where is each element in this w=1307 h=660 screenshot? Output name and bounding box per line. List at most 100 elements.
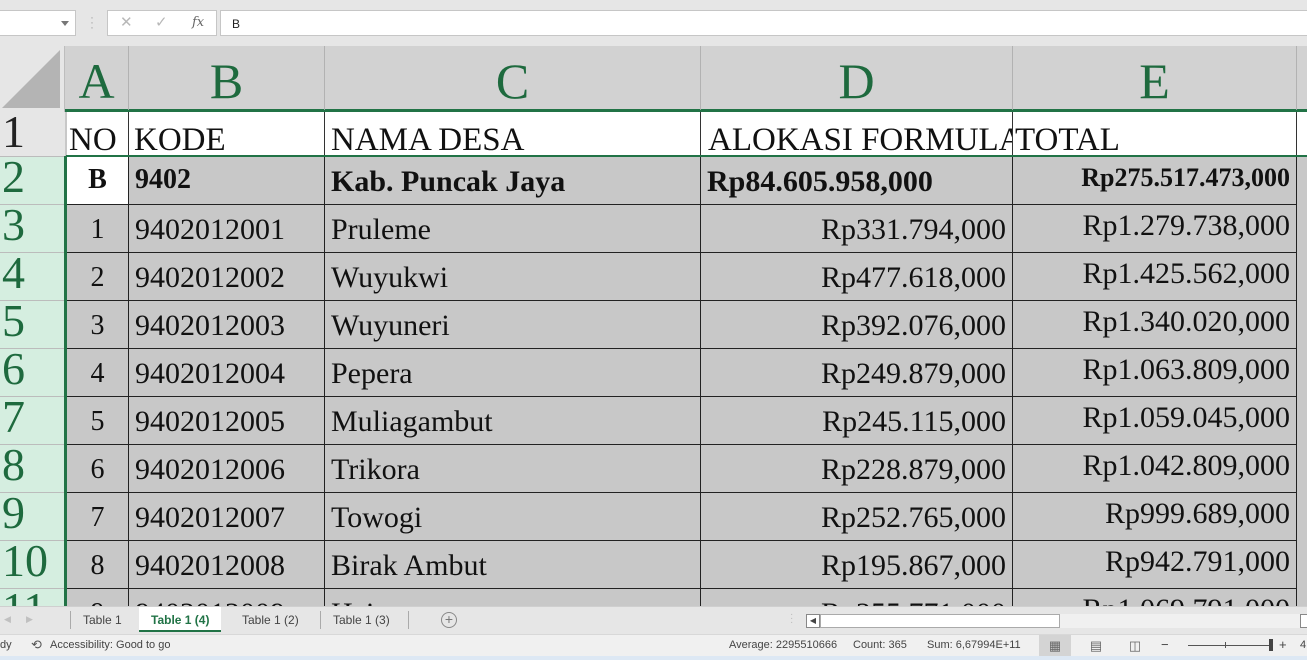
row-header-10[interactable]: 10 xyxy=(0,541,65,589)
cell-nama-desa[interactable]: Wuyukwi xyxy=(325,253,701,301)
cell-no[interactable]: 7 xyxy=(67,493,129,541)
column-header-e[interactable]: E xyxy=(1013,46,1297,112)
cell-total[interactable]: Rp942.791,000 xyxy=(1013,541,1297,589)
status-average[interactable]: Average: 2295510666 xyxy=(729,639,837,651)
add-sheet-icon[interactable]: + xyxy=(441,612,457,628)
cell-alokasi[interactable]: Rp331.794,000 xyxy=(701,205,1013,253)
cell-nama-desa[interactable]: Trikora xyxy=(325,445,701,493)
page-break-view-icon[interactable]: ◫ xyxy=(1119,635,1151,656)
check-icon[interactable]: ✓ xyxy=(155,13,168,31)
splitter-handle-icon[interactable]: · · · xyxy=(790,610,793,628)
summary-cell-nama-desa[interactable]: Kab. Puncak Jaya xyxy=(325,157,701,205)
row-header-4[interactable]: 4 xyxy=(0,253,65,301)
column-header-d[interactable]: D xyxy=(701,46,1013,112)
normal-view-icon[interactable]: ▦ xyxy=(1039,635,1071,656)
cell-total[interactable]: Rp1.279.738,000 xyxy=(1013,205,1297,253)
row-header-1[interactable]: 1 xyxy=(0,112,65,157)
scroll-left-icon[interactable]: ◀ xyxy=(806,614,820,628)
scroll-tabs-right-icon[interactable]: ▶ xyxy=(26,614,33,625)
cell-kode[interactable]: 9402012004 xyxy=(129,349,325,397)
cell-kode[interactable]: 9402012009 xyxy=(129,589,325,606)
row-header-5[interactable]: 5 xyxy=(0,301,65,349)
accessibility-icon[interactable]: ⟲ xyxy=(31,637,42,653)
header-cell-alokasi[interactable]: ALOKASI FORMULASI xyxy=(701,112,1013,157)
page-layout-view-icon[interactable]: ▤ xyxy=(1080,635,1112,656)
cell-kode[interactable]: 9402012002 xyxy=(129,253,325,301)
column-header-b[interactable]: B xyxy=(129,46,325,112)
zoom-level[interactable]: 4 xyxy=(1300,639,1306,651)
cell-total[interactable]: Rp999.689,000 xyxy=(1013,493,1297,541)
drag-handle-icon[interactable]: · · · xyxy=(90,11,94,33)
cell-total[interactable]: Rp1.042.809,000 xyxy=(1013,445,1297,493)
sheet-tab-table-1[interactable]: Table 1 xyxy=(70,611,134,629)
zoom-out-button[interactable]: − xyxy=(1161,637,1169,652)
scroll-right-icon[interactable] xyxy=(1300,614,1307,628)
cell-alokasi[interactable]: Rp477.618,000 xyxy=(701,253,1013,301)
cell-total[interactable]: Rp1.340.020,000 xyxy=(1013,301,1297,349)
summary-cell-total[interactable]: Rp275.517.473,000 xyxy=(1013,157,1297,205)
cell-kode[interactable]: 9402012005 xyxy=(129,397,325,445)
zoom-in-button[interactable]: + xyxy=(1279,637,1287,652)
cell-kode[interactable]: 9402012007 xyxy=(129,493,325,541)
cell-alokasi[interactable]: Rp255.771,000 xyxy=(701,589,1013,606)
status-count[interactable]: Count: 365 xyxy=(853,639,907,651)
row-header-6[interactable]: 6 xyxy=(0,349,65,397)
horizontal-scrollbar[interactable]: ◀ xyxy=(806,614,1307,628)
zoom-slider-handle[interactable] xyxy=(1269,639,1273,651)
cell-kode[interactable]: 9402012003 xyxy=(129,301,325,349)
cell-alokasi[interactable]: Rp228.879,000 xyxy=(701,445,1013,493)
scroll-tabs-left-icon[interactable]: ◀ xyxy=(4,614,11,625)
header-cell-nama-desa[interactable]: NAMA DESA xyxy=(325,112,701,158)
cell-nama-desa[interactable]: Towogi xyxy=(325,493,701,541)
cell-no[interactable]: 1 xyxy=(67,205,129,253)
header-cell-kode[interactable]: KODE xyxy=(129,112,325,158)
column-header-a[interactable]: A xyxy=(65,46,129,112)
sheet-tab-table-1-2[interactable]: Table 1 (2) xyxy=(230,611,311,629)
cell-no[interactable]: 5 xyxy=(67,397,129,445)
cell-no[interactable]: 3 xyxy=(67,301,129,349)
status-sum[interactable]: Sum: 6,67994E+11 xyxy=(927,639,1021,651)
cell-kode[interactable]: 9402012001 xyxy=(129,205,325,253)
column-header-f[interactable] xyxy=(1297,46,1307,112)
column-header-c[interactable]: C xyxy=(325,46,701,112)
cell-nama-desa[interactable]: Hai xyxy=(325,589,701,606)
cell-nama-desa[interactable]: Birak Ambut xyxy=(325,541,701,589)
name-box[interactable] xyxy=(0,10,76,36)
cell-no[interactable]: 4 xyxy=(67,349,129,397)
select-all-button[interactable] xyxy=(0,46,65,112)
cell-no[interactable]: 6 xyxy=(67,445,129,493)
sheet-tab-table-1-4[interactable]: Table 1 (4) xyxy=(139,607,222,632)
row-header-8[interactable]: 8 xyxy=(0,445,65,493)
cell-alokasi[interactable]: Rp252.765,000 xyxy=(701,493,1013,541)
row-header-7[interactable]: 7 xyxy=(0,397,65,445)
summary-cell-alokasi[interactable]: Rp84.605.958,000 xyxy=(701,157,1013,205)
zoom-slider-track[interactable] xyxy=(1188,645,1272,646)
cancel-icon[interactable]: ✕ xyxy=(120,13,133,31)
row-header-9[interactable]: 9 xyxy=(0,493,65,541)
row-header-3[interactable]: 3 xyxy=(0,205,65,253)
cell-alokasi[interactable]: Rp195.867,000 xyxy=(701,541,1013,589)
cell-total[interactable]: Rp1.059.045,000 xyxy=(1013,397,1297,445)
cell-no[interactable]: 8 xyxy=(67,541,129,589)
chevron-down-icon[interactable] xyxy=(61,21,69,26)
cell-kode[interactable]: 9402012008 xyxy=(129,541,325,589)
cell-kode[interactable]: 9402012006 xyxy=(129,445,325,493)
formula-input[interactable]: B xyxy=(220,10,1307,36)
accessibility-status[interactable]: Accessibility: Good to go xyxy=(50,639,170,651)
cell-total[interactable]: Rp1.063.809,000 xyxy=(1013,349,1297,397)
insert-function-icon[interactable]: fx xyxy=(192,15,204,30)
scrollbar-thumb[interactable] xyxy=(820,614,1060,628)
header-cell-no[interactable]: NO xyxy=(67,112,129,158)
cell-no[interactable]: 2 xyxy=(67,253,129,301)
cell-nama-desa[interactable]: Muliagambut xyxy=(325,397,701,445)
cell-alokasi[interactable]: Rp245.115,000 xyxy=(701,397,1013,445)
cell-total[interactable]: Rp1.425.562,000 xyxy=(1013,253,1297,301)
cell-nama-desa[interactable]: Pruleme xyxy=(325,205,701,253)
cell-no[interactable]: 9 xyxy=(67,589,129,606)
row-header-11[interactable]: 11 xyxy=(0,589,65,606)
cell-alokasi[interactable]: Rp249.879,000 xyxy=(701,349,1013,397)
cell-alokasi[interactable]: Rp392.076,000 xyxy=(701,301,1013,349)
header-cell-total[interactable]: TOTAL xyxy=(1013,112,1297,158)
row-header-2[interactable]: 2 xyxy=(0,157,65,205)
cell-nama-desa[interactable]: Wuyuneri xyxy=(325,301,701,349)
